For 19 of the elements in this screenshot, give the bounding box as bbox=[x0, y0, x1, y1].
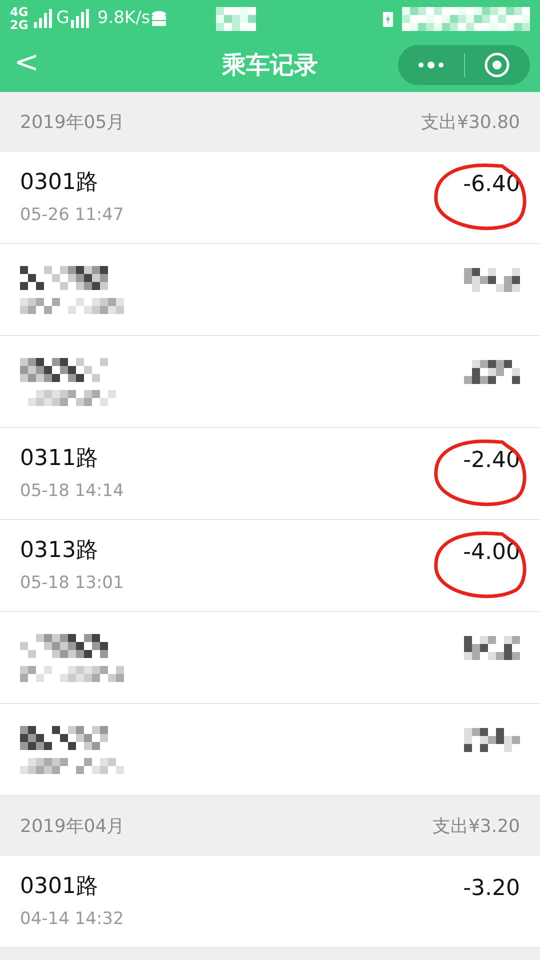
month-total: 支出¥3.20 bbox=[432, 814, 520, 838]
month-label: 2019年05月 bbox=[20, 110, 125, 134]
route-name: 0301路 bbox=[20, 169, 99, 198]
network-label: G bbox=[56, 7, 70, 30]
trip-time: 05-18 13:01 bbox=[20, 572, 124, 596]
route-name: 0311路 bbox=[20, 445, 99, 474]
network-label: 4G bbox=[10, 6, 28, 19]
route-name: 0301路 bbox=[20, 873, 99, 902]
trip-amount: -3.20 bbox=[463, 875, 520, 903]
page-title: 乘车记录 bbox=[222, 50, 318, 81]
route-name: 0313路 bbox=[20, 537, 99, 566]
trip-time: 04-14 14:32 bbox=[20, 908, 124, 932]
trip-row[interactable]: 0301路 04-14 14:32 -3.20 bbox=[0, 856, 540, 948]
month-total: 支出¥30.80 bbox=[421, 110, 520, 134]
trip-time: 05-26 11:47 bbox=[20, 204, 124, 228]
trip-time: 05-18 14:14 bbox=[20, 480, 124, 504]
month-label: 2019年04月 bbox=[20, 814, 125, 838]
network-label: 2G bbox=[10, 19, 28, 32]
network-speed: 9.8K/s bbox=[97, 7, 150, 30]
